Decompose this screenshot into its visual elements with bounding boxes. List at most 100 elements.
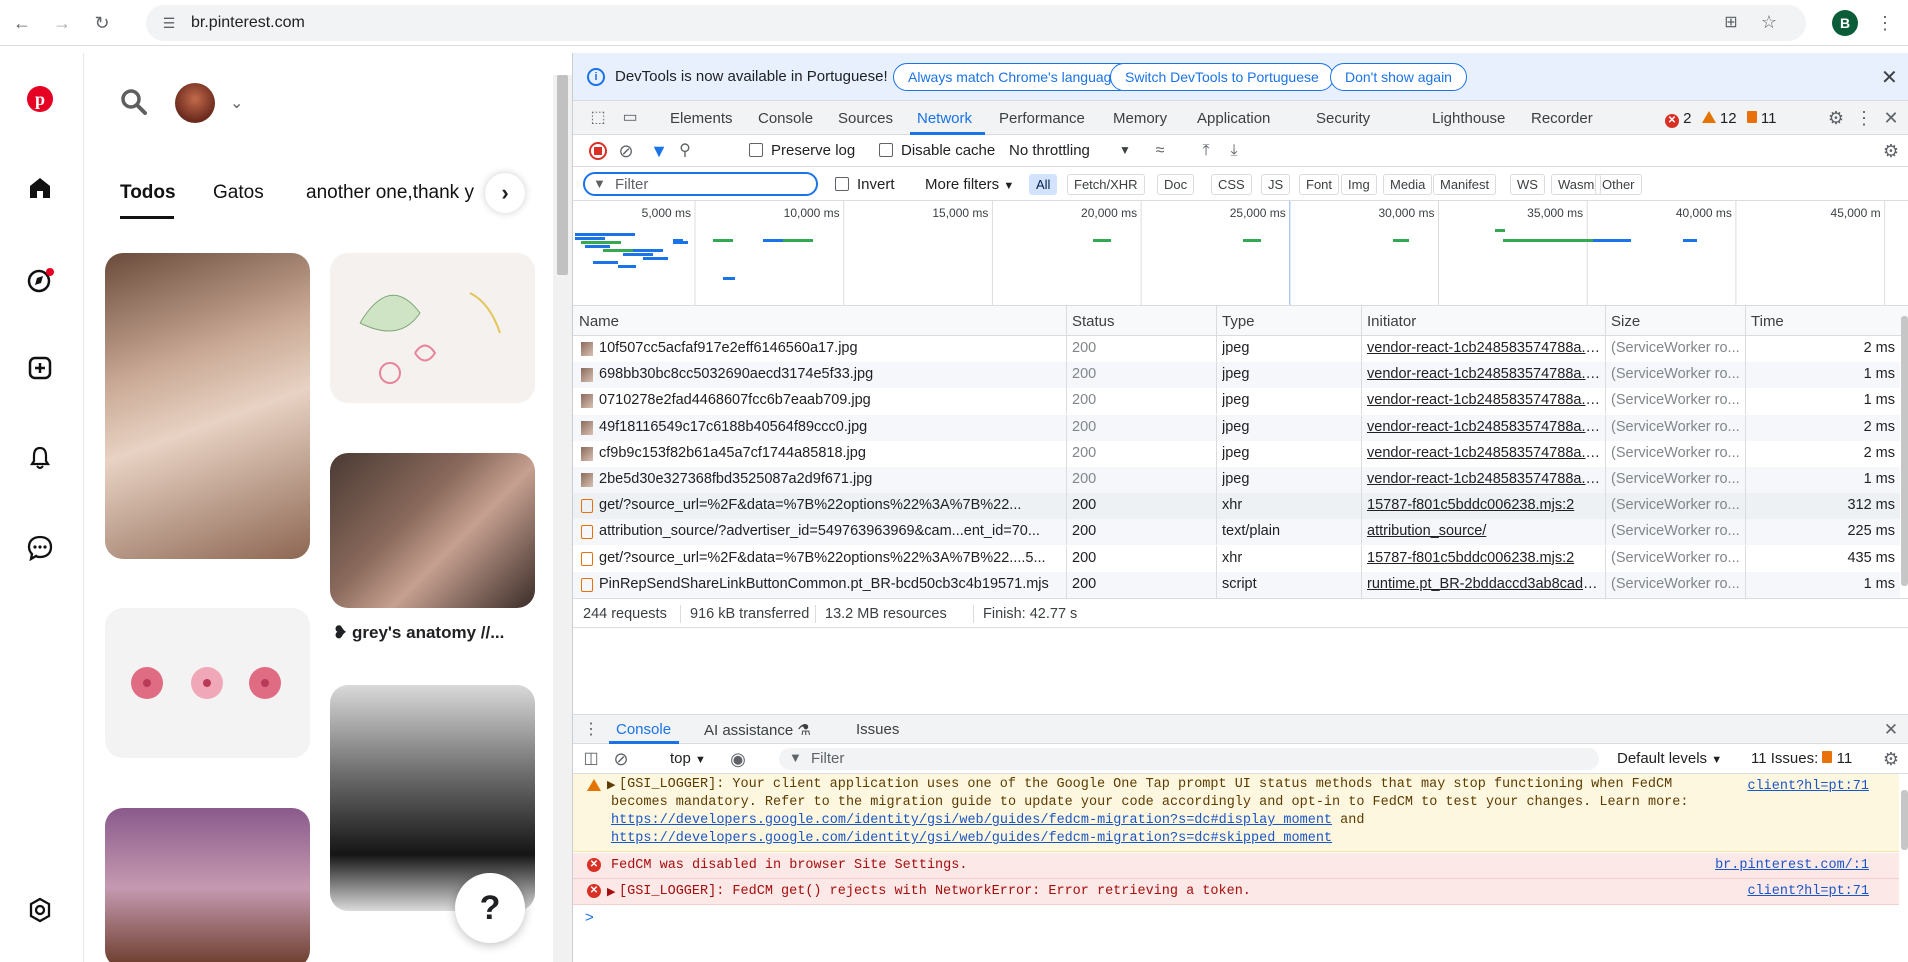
chevron-down-icon[interactable]: ⌄ [230,93,250,113]
request-initiator[interactable]: vendor-react-1cb248583574788a.mjs [1367,366,1602,382]
tab-sources[interactable]: Sources [838,110,893,127]
import-har-icon[interactable]: ⤒ [1195,141,1217,161]
request-row[interactable]: PinRepSendShareLinkButtonCommon.pt_BR-bc… [573,571,1900,598]
requests-scrollbar[interactable] [1900,306,1908,599]
search-network-icon[interactable]: ⚲ [674,141,696,161]
tab-console[interactable]: Console [758,110,813,127]
tab-elements[interactable]: Elements [670,110,733,127]
back-icon[interactable]: ← [10,11,34,35]
request-row[interactable]: get/?source_url=%2F&data=%7B%22options%2… [573,493,1900,520]
context-selector[interactable]: top ▼ [670,750,706,767]
pin-card-flowers[interactable] [105,608,310,758]
user-avatar[interactable] [175,83,215,123]
request-row[interactable]: 10f507cc5acfaf917e2eff6146560a17.jpg 200 j… [573,336,1900,362]
request-initiator[interactable]: attribution_source/ [1367,523,1602,539]
clear-console-icon[interactable]: ⊘ [610,749,632,769]
create-icon[interactable] [22,355,58,391]
console-filter-input[interactable]: ▼ Filter [779,748,1599,770]
type-filter-all[interactable]: All [1029,174,1058,195]
reload-icon[interactable]: ↻ [90,11,114,35]
request-initiator[interactable]: vendor-react-1cb248583574788a.mjs [1367,419,1602,435]
profile-avatar[interactable]: B [1832,10,1858,36]
live-expression-eye-icon[interactable]: ◉ [727,749,749,769]
tab-gatos[interactable]: Gatos [213,182,264,204]
install-app-icon[interactable]: ⊞ [1721,13,1741,33]
invert-checkbox[interactable] [835,177,849,191]
request-initiator[interactable]: vendor-react-1cb248583574788a.mjs [1367,340,1602,356]
tab-todos[interactable]: Todos [120,182,176,204]
request-row[interactable]: attribution_source/?advertiser_id=549763… [573,519,1900,546]
console-settings-icon[interactable]: ⚙ [1880,749,1902,769]
explore-icon[interactable] [22,265,58,301]
console-error-message[interactable]: ✕ ▶ [GSI_LOGGER]: FedCM get() rejects wi… [573,879,1899,905]
tab-another-one[interactable]: another one,thank y [306,182,486,204]
search-icon[interactable] [120,88,148,116]
request-row[interactable]: get/?source_url=%2F&data=%7B%22options%2… [573,545,1900,572]
clear-icon[interactable]: ⊘ [615,141,637,161]
preserve-log-checkbox[interactable] [749,143,763,157]
issues-counter[interactable]: 11 Issues: 11 [1751,750,1852,767]
tab-memory[interactable]: Memory [1113,110,1167,127]
type-filter-wasm[interactable]: Wasm [1551,174,1602,195]
network-overview-timeline[interactable]: 5,000 ms 10,000 ms 15,000 ms 20,000 ms 25,00… [573,201,1908,306]
migration-link-skipped-moment[interactable]: https://developers.google.com/identity/g… [611,830,1332,848]
error-2-source-link[interactable]: client?hl=pt:71 [1747,883,1869,901]
page-scrollbar[interactable] [553,75,572,962]
always-match-language-button[interactable]: Always match Chrome's language [893,63,1135,91]
messages-icon[interactable] [22,535,58,571]
console-scrollbar[interactable] [1900,774,1908,962]
disable-cache-checkbox[interactable] [879,143,893,157]
type-filter-doc[interactable]: Doc [1157,174,1195,195]
request-initiator[interactable]: vendor-react-1cb248583574788a.mjs [1367,392,1602,408]
site-settings-icon[interactable]: ☰ [160,14,178,32]
warning-source-link[interactable]: client?hl=pt:71 [1747,778,1869,796]
throttling-select[interactable]: No throttling [1009,142,1090,159]
close-drawer-icon[interactable]: ✕ [1880,720,1902,740]
close-devtools-icon[interactable]: ✕ [1880,108,1902,128]
type-filter-css[interactable]: CSS [1211,174,1252,195]
page-scrollbar-thumb[interactable] [557,75,568,275]
record-stop-icon[interactable] [589,142,607,160]
console-error-message[interactable]: ✕ FedCM was disabled in browser Site Set… [573,853,1899,879]
pin-card-blonde[interactable] [105,253,310,559]
request-initiator[interactable]: vendor-react-1cb248583574788a.mjs [1367,471,1602,487]
gear-icon[interactable]: ⚙ [1825,108,1847,128]
tab-network[interactable]: Network [917,110,972,127]
type-filter-img[interactable]: Img [1341,174,1377,195]
address-bar[interactable]: ☰ br.pinterest.com ⊞ ☆ [146,5,1806,41]
col-name[interactable]: Name [579,313,619,330]
more-filters-dropdown[interactable]: More filters ▼ [925,176,1014,193]
col-initiator[interactable]: Initiator [1367,313,1416,330]
error-1-source-link[interactable]: br.pinterest.com/:1 [1715,857,1869,875]
dont-show-again-button[interactable]: Don't show again [1330,63,1467,91]
close-infobar-icon[interactable]: ✕ [1881,65,1898,90]
disable-cache-label[interactable]: Disable cache [901,142,995,159]
throttling-dropdown-icon[interactable]: ▼ [1119,143,1131,157]
expand-triangle-icon[interactable]: ▶ [607,777,615,795]
pin-caption[interactable]: ❥ grey's anatomy //... [333,623,543,643]
request-initiator[interactable]: runtime.pt_BR-2bddaccd3ab8cade.mjs [1367,576,1602,592]
type-filter-other[interactable]: Other [1595,174,1642,195]
url-text[interactable]: br.pinterest.com [191,14,305,32]
pin-card-portrait[interactable] [105,808,310,962]
inspect-element-icon[interactable]: ⬚ [587,108,609,128]
col-type[interactable]: Type [1222,313,1255,330]
invert-label[interactable]: Invert [857,176,895,193]
more-options-icon[interactable]: ⋮ [1853,108,1875,128]
pin-card-illustration[interactable] [330,253,535,403]
type-filter-manifest[interactable]: Manifest [1433,174,1497,195]
console-prompt[interactable]: > [585,909,594,926]
type-filter-media[interactable]: Media [1383,174,1433,195]
tab-lighthouse[interactable]: Lighthouse [1432,110,1505,127]
help-button[interactable]: ? [455,873,525,943]
tab-recorder[interactable]: Recorder [1531,110,1593,127]
notifications-icon[interactable] [22,445,58,481]
network-settings-icon[interactable]: ⚙ [1880,141,1902,161]
type-filter-fetch-xhr[interactable]: Fetch/XHR [1067,174,1145,195]
expand-triangle-icon[interactable]: ▶ [607,884,615,902]
pin-card-woman-drinking[interactable] [330,453,535,608]
request-initiator[interactable]: 15787-f801c5bddc006238.mjs:2 [1367,497,1602,513]
network-conditions-icon[interactable]: ≈ [1149,141,1171,161]
col-time[interactable]: Time [1751,313,1784,330]
console-warning-message[interactable]: ▶ [GSI_LOGGER]: Your client application … [573,774,1899,852]
